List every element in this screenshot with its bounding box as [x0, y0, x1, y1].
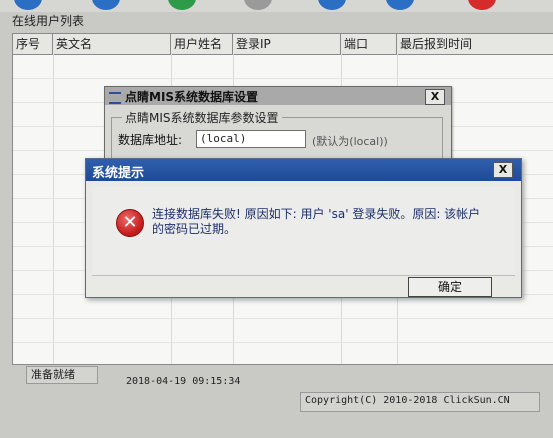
list-header: 序号 英文名 用户姓名 登录IP 端口 最后报到时间: [13, 34, 553, 55]
status-text: 准备就绪: [26, 366, 98, 384]
db-params-group-title: 点睛MIS系统数据库参数设置: [122, 109, 282, 126]
column-header-last-report-time[interactable]: 最后报到时间: [397, 34, 553, 54]
db-dialog-titlebar[interactable]: 点睛MIS系统数据库设置 X: [105, 87, 451, 105]
status-datetime: 2018-04-19 09:15:34: [126, 376, 241, 387]
ok-button[interactable]: 确定: [408, 277, 492, 297]
db-address-hint: (默认为(local)): [312, 135, 388, 148]
sys-dialog-body: ✕ 连接数据库失败! 原因如下: 用户 'sa' 登录失败。原因: 该帐户的密码…: [92, 187, 515, 276]
error-message: 连接数据库失败! 原因如下: 用户 'sa' 登录失败。原因: 该帐户的密码已过…: [152, 207, 481, 236]
system-prompt-dialog: 系统提示 X ✕ 连接数据库失败! 原因如下: 用户 'sa' 登录失败。原因:…: [85, 158, 522, 298]
toolbar-button-6[interactable]: [386, 0, 414, 10]
grid-line: [13, 318, 553, 319]
column-header-login-ip[interactable]: 登录IP: [233, 34, 341, 54]
toolbar-button-4[interactable]: [244, 0, 272, 10]
sys-dialog-titlebar[interactable]: 系统提示 X: [86, 159, 521, 181]
sys-dialog-title: 系统提示: [92, 166, 145, 181]
toolbar-button-5[interactable]: [318, 0, 346, 10]
db-dialog-close-button[interactable]: X: [425, 89, 445, 105]
toolbar-button-2[interactable]: [92, 0, 120, 10]
grid-line: [13, 342, 553, 343]
exit-button[interactable]: [468, 0, 496, 10]
db-address-input[interactable]: (local): [196, 130, 306, 148]
toolbar-button-3[interactable]: [168, 0, 196, 10]
error-icon: ✕: [116, 209, 144, 237]
grid-line: [13, 78, 553, 79]
toolbar-button-1[interactable]: [14, 0, 42, 10]
column-header-english-name[interactable]: 英文名: [53, 34, 171, 54]
main-toolbar: [0, 0, 553, 12]
status-copyright: Copyright(C) 2010-2018 ClickSun.CN: [300, 392, 540, 412]
column-header-user-name[interactable]: 用户姓名: [171, 34, 233, 54]
window-icon: [109, 92, 121, 104]
db-address-label: 数据库地址:: [118, 133, 183, 147]
db-dialog-title: 点睛MIS系统数据库设置: [125, 90, 259, 104]
status-bar: 准备就绪 2018-04-19 09:15:34 Copyright(C) 20…: [22, 364, 553, 438]
column-header-port[interactable]: 端口: [341, 34, 397, 54]
column-header-index[interactable]: 序号: [13, 34, 53, 54]
sys-dialog-close-button[interactable]: X: [493, 162, 513, 178]
group-title: 在线用户列表: [12, 14, 85, 28]
